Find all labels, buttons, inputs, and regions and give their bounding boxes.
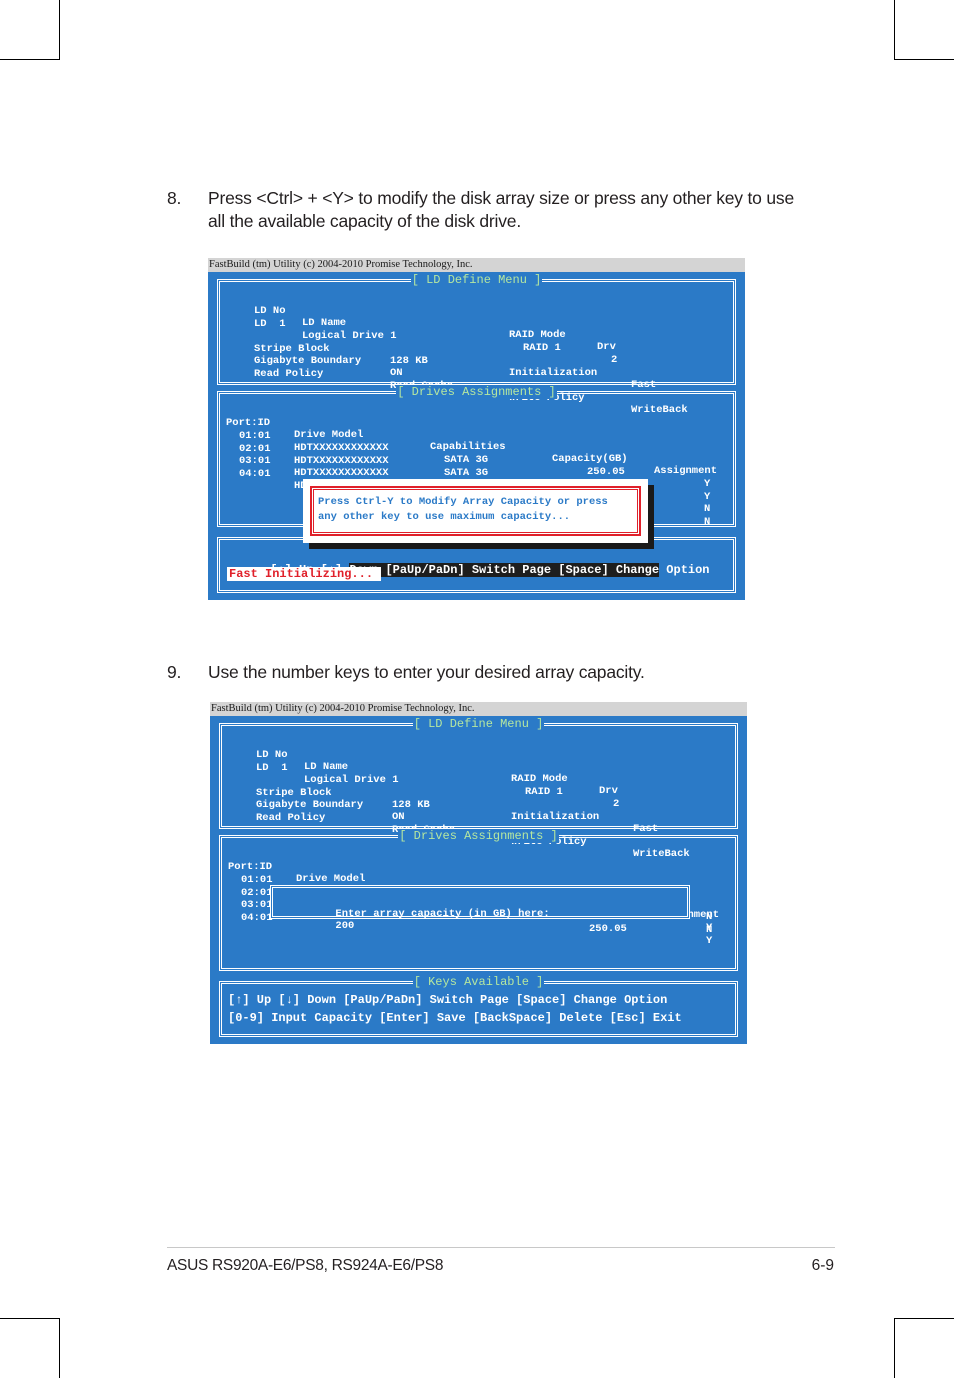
key-help-line-2: [0-9] Input Capacity [Enter] Save [BackS… bbox=[228, 1011, 682, 1025]
gigabyte-boundary-label: Gigabyte Boundary bbox=[254, 355, 362, 367]
ld-no-value: LD 1 bbox=[256, 762, 288, 774]
gigabyte-boundary-label: Gigabyte Boundary bbox=[256, 799, 364, 811]
ld-no-value: LD 1 bbox=[254, 318, 286, 330]
assignment[interactable]: N bbox=[706, 924, 712, 936]
drv-value: 2 bbox=[611, 354, 618, 366]
initialization-label: Initialization bbox=[509, 367, 598, 379]
raid-mode-header: RAID Mode bbox=[509, 329, 566, 341]
assignment[interactable]: Y bbox=[704, 491, 710, 503]
modify-capacity-popup: Press Ctrl-Y to Modify Array Capacity or… bbox=[303, 479, 648, 543]
col-drive-model: Drive Model bbox=[296, 873, 366, 885]
gigabyte-boundary-value[interactable]: ON bbox=[390, 367, 403, 379]
drive-row[interactable]: 04:01 N bbox=[222, 900, 712, 948]
ld-define-menu: [ LD Define Menu ] LD No LD Name RAID Mo… bbox=[219, 717, 738, 860]
capacity: 250.05 bbox=[587, 466, 625, 478]
capability: SATA 3G bbox=[444, 467, 489, 479]
gigabyte-boundary-value[interactable]: ON bbox=[392, 811, 405, 823]
keys-available-title: [ Keys Available ] bbox=[412, 975, 545, 989]
drives-assignments-title: [ Drives Assignments ] bbox=[398, 829, 559, 843]
stripe-block-label: Stripe Block bbox=[254, 343, 330, 355]
ld-name-value[interactable]: Logical Drive 1 bbox=[302, 330, 397, 342]
ld-name-value[interactable]: Logical Drive 1 bbox=[304, 774, 399, 786]
fast-initializing-status: Fast Initializing... bbox=[227, 567, 382, 581]
crop-mark-top-right bbox=[894, 0, 954, 60]
ld-no-header: LD No bbox=[254, 305, 286, 317]
read-policy-label: Read Policy bbox=[254, 368, 324, 380]
raid-mode-value[interactable]: RAID 1 bbox=[523, 342, 561, 354]
port-id: 04:01 bbox=[239, 468, 271, 480]
key-help-highlighted: Down [PaUp/PaDn] Switch Page [Space] Cha… bbox=[349, 563, 660, 577]
assignment[interactable]: N bbox=[706, 911, 712, 923]
footer-divider bbox=[167, 1247, 835, 1248]
ld-define-menu-title: [ LD Define Menu ] bbox=[412, 717, 545, 731]
initialization-label: Initialization bbox=[511, 811, 600, 823]
fastbuild-screen-ctrl-y-prompt: FastBuild (tm) Utility (c) 2004-2010 Pro… bbox=[208, 258, 745, 600]
utility-title-bar: FastBuild (tm) Utility (c) 2004-2010 Pro… bbox=[208, 258, 745, 272]
utility-title-bar: FastBuild (tm) Utility (c) 2004-2010 Pro… bbox=[210, 702, 747, 716]
ld-name-header: LD Name bbox=[302, 317, 347, 329]
read-policy-label: Read Policy bbox=[256, 812, 326, 824]
drive-model: HDTXXXXXXXXXXXX bbox=[294, 467, 389, 479]
drv-value: 2 bbox=[613, 798, 620, 810]
footer-page-number: 6-9 bbox=[811, 1257, 834, 1274]
step-number: 8. bbox=[167, 188, 182, 208]
col-drive-model: Drive Model bbox=[294, 429, 364, 441]
drive-model: HDTXXXXXXXXXXXX bbox=[294, 442, 389, 454]
assignment[interactable]: Y bbox=[706, 935, 712, 947]
crop-mark-bottom-left bbox=[0, 1318, 60, 1378]
drives-assignments-title: [ Drives Assignments ] bbox=[396, 385, 557, 399]
capacity-input-value[interactable]: 200 bbox=[335, 920, 354, 932]
fastbuild-screen-capacity-input: FastBuild (tm) Utility (c) 2004-2010 Pro… bbox=[210, 702, 747, 1044]
crop-mark-bottom-right bbox=[894, 1318, 954, 1378]
col-capacity: Capacity(GB) bbox=[552, 453, 628, 465]
col-assignment: Assignment bbox=[654, 465, 718, 477]
drives-assignments: [ Drives Assignments ] Port:ID Drive Mod… bbox=[219, 829, 738, 971]
key-help-line-1: [↑] Up [↓] Down [PaUp/PaDn] Switch Page … bbox=[228, 993, 668, 1007]
capacity-input-field[interactable]: Enter array capacity (in GB) here: 200 bbox=[285, 896, 550, 944]
assignment[interactable]: N bbox=[704, 503, 710, 515]
key-help-option: Option bbox=[659, 563, 710, 577]
raid-mode-value[interactable]: RAID 1 bbox=[525, 786, 563, 798]
popup-line-2: any other key to use maximum capacity... bbox=[318, 511, 571, 523]
footer-model-name: ASUS RS920A-E6/PS8, RS924A-E6/PS8 bbox=[167, 1257, 444, 1274]
capacity-input-dialog: Enter array capacity (in GB) here: 200 bbox=[270, 885, 690, 932]
stripe-block-value[interactable]: 128 KB bbox=[392, 799, 430, 811]
step-number: 9. bbox=[167, 662, 182, 682]
raid-mode-header: RAID Mode bbox=[511, 773, 568, 785]
stripe-block-value[interactable]: 128 KB bbox=[390, 355, 428, 367]
assignment[interactable]: Y bbox=[704, 478, 710, 490]
ld-name-header: LD Name bbox=[304, 761, 349, 773]
step-text: Press <Ctrl> + <Y> to modify the disk ar… bbox=[208, 188, 794, 231]
ld-no-header: LD No bbox=[256, 749, 288, 761]
capacity-input-label: Enter array capacity (in GB) here: bbox=[335, 908, 550, 920]
keys-available: [↑] Up [↓] Down [PaUp/PaDn] Switch Page … bbox=[217, 537, 736, 593]
crop-mark-top-left bbox=[0, 0, 60, 60]
capacity: 250.05 bbox=[589, 923, 627, 935]
keys-available: [ Keys Available ] [↑] Up [↓] Down [PaUp… bbox=[219, 975, 738, 1037]
popup-line-1: Press Ctrl-Y to Modify Array Capacity or… bbox=[318, 496, 608, 508]
port-id: 04:01 bbox=[241, 912, 273, 924]
stripe-block-label: Stripe Block bbox=[256, 787, 332, 799]
assignment[interactable]: N bbox=[704, 516, 710, 528]
drive-row[interactable]: 04:01 HDTXXXXXXXXXXXX SATA 3G 250.05 N bbox=[220, 456, 710, 540]
ld-define-menu-title: [ LD Define Menu ] bbox=[410, 273, 543, 287]
step-text: Use the number keys to enter your desire… bbox=[208, 662, 645, 682]
capability: SATA 3G bbox=[444, 454, 489, 466]
col-capabilities: Capabilities bbox=[430, 441, 506, 453]
drv-header: Drv bbox=[599, 785, 618, 797]
drive-model: HDTXXXXXXXXXXXX bbox=[294, 455, 389, 467]
ld-define-menu: [ LD Define Menu ] LD No LD Name RAID Mo… bbox=[217, 273, 736, 416]
drv-header: Drv bbox=[597, 341, 616, 353]
